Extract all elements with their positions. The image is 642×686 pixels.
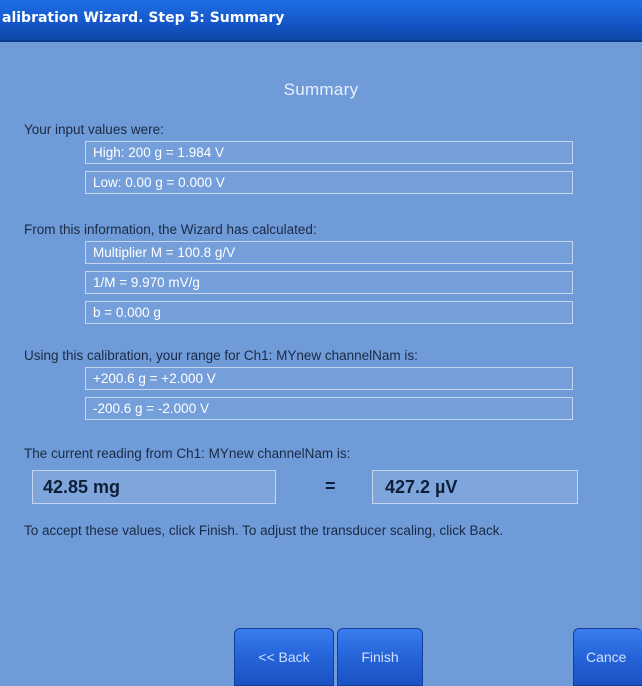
window-title: alibration Wizard. Step 5: Summary (2, 10, 285, 26)
input-low-value: Low: 0.00 g = 0.000 V (85, 171, 573, 194)
range-positive-value: +200.6 g = +2.000 V (85, 367, 573, 390)
multiplier-value: Multiplier M = 100.8 g/V (85, 241, 573, 264)
back-button[interactable]: << Back (234, 628, 334, 686)
instruction-note: To accept these values, click Finish. To… (24, 523, 504, 538)
reading-mass-display: 42.85 mg (32, 470, 276, 504)
range-label: Using this calibration, your range for C… (24, 348, 418, 363)
calculated-label: From this information, the Wizard has ca… (24, 222, 317, 237)
current-reading-label: The current reading from Ch1: MYnew chan… (24, 446, 351, 461)
summary-heading: Summary (283, 80, 359, 99)
input-values-label: Your input values were: (24, 122, 164, 137)
range-negative-value: -200.6 g = -2.000 V (85, 397, 573, 420)
inverse-multiplier-value: 1/M = 9.970 mV/g (85, 271, 573, 294)
input-high-value: High: 200 g = 1.984 V (85, 141, 573, 164)
finish-button[interactable]: Finish (337, 628, 423, 686)
title-bar: alibration Wizard. Step 5: Summary (0, 0, 642, 42)
reading-equals-sign: = (325, 476, 336, 496)
cancel-button[interactable]: Cance (573, 628, 642, 686)
offset-value: b = 0.000 g (85, 301, 573, 324)
reading-voltage-display: 427.2 µV (372, 470, 578, 504)
